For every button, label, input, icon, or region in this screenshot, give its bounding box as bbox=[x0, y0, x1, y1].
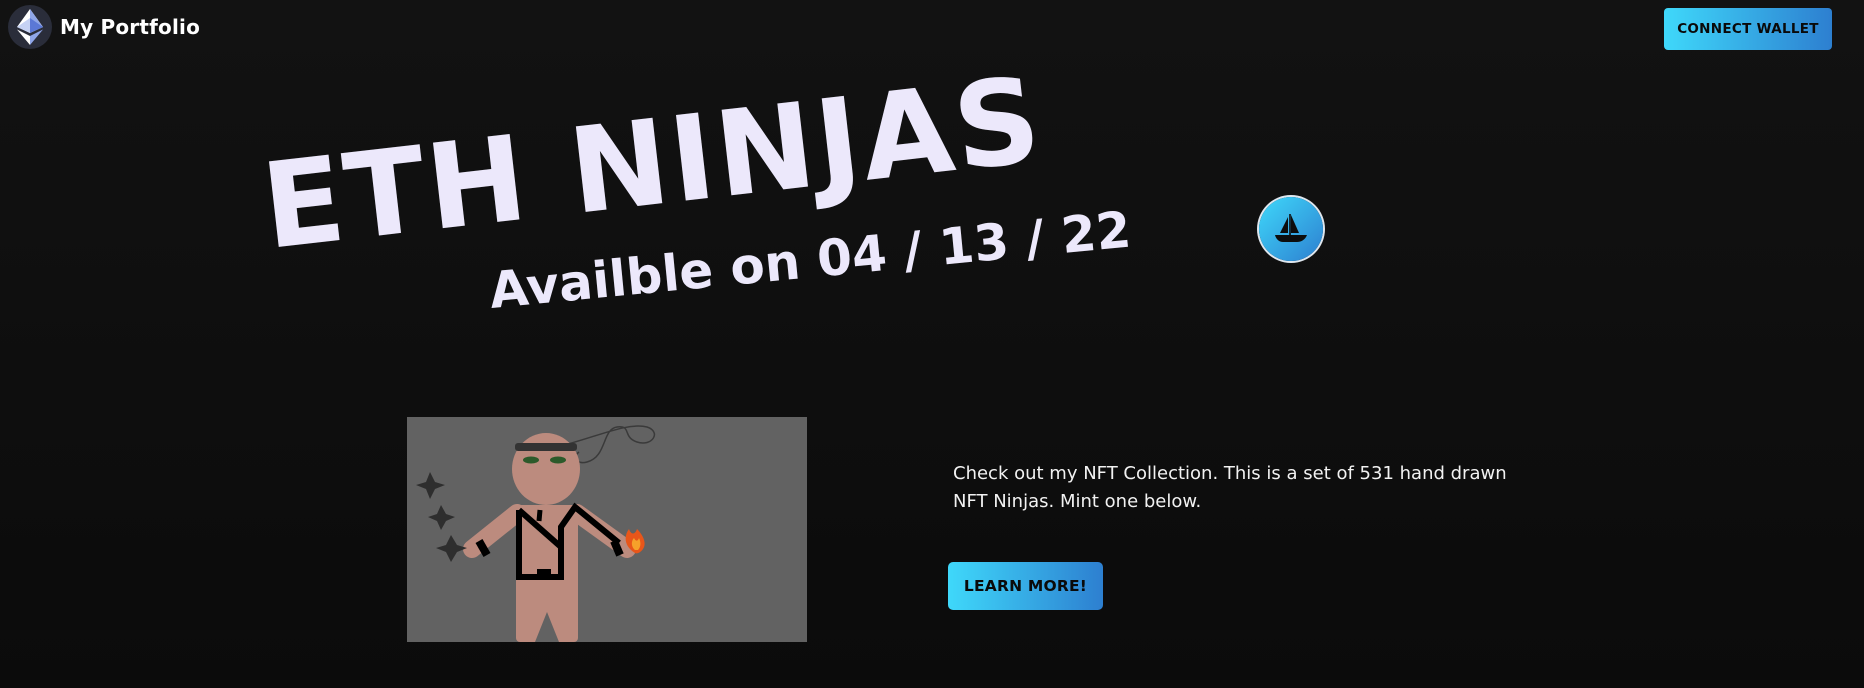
ninja-illustration bbox=[416, 425, 656, 642]
ethereum-icon bbox=[8, 5, 52, 49]
opensea-link-button[interactable] bbox=[1259, 197, 1323, 261]
brand-link[interactable]: My Portfolio bbox=[8, 5, 200, 49]
collection-description: Check out my NFT Collection. This is a s… bbox=[953, 463, 1507, 512]
navbar: My Portfolio CONNECT WALLET bbox=[0, 0, 1864, 56]
brand-name: My Portfolio bbox=[60, 15, 201, 39]
learn-more-button[interactable]: LEARN MORE! bbox=[948, 562, 1103, 610]
page: My Portfolio CONNECT WALLET ETH NINJAS A… bbox=[0, 0, 1864, 688]
connect-wallet-button[interactable]: CONNECT WALLET bbox=[1664, 8, 1832, 50]
ninja-nft-image bbox=[407, 417, 807, 642]
opensea-boat-icon bbox=[1275, 214, 1307, 242]
